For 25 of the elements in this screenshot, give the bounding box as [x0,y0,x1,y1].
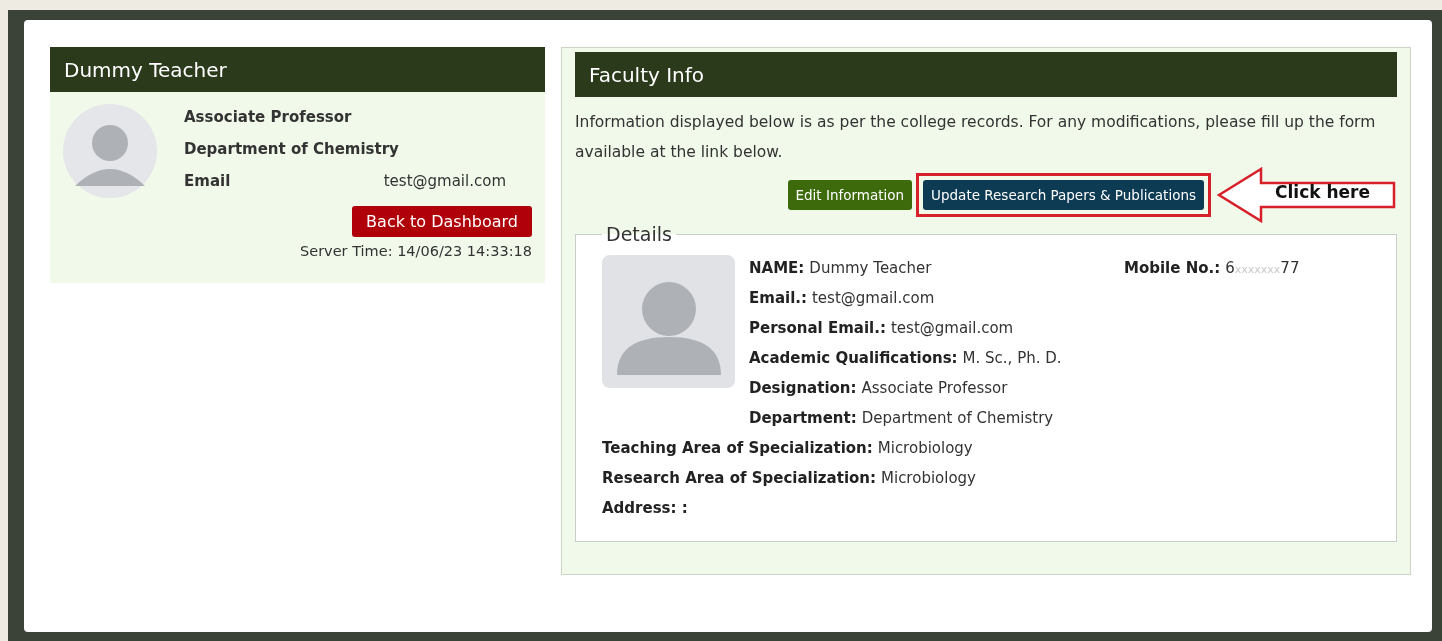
panel-header: Dummy Teacher [50,47,545,92]
detail-field: Address: : [602,493,1370,523]
email-text: test@gmail.com [383,172,506,190]
detail-field: Designation: Associate Professor [749,373,1062,403]
avatar-icon [602,255,735,388]
detail-field: Research Area of Specialization: Microbiology [602,463,1370,493]
email-label: Email [184,172,231,190]
server-time: Server Time: 14/06/23 14:33:18 [300,243,532,259]
details-legend: Details [602,223,676,245]
edit-information-button[interactable]: Edit Information [787,180,913,210]
callout-text: Click here [1275,182,1370,202]
detail-field: Teaching Area of Specialization: Microbiology [602,433,1370,463]
panel-header: Faculty Info [575,52,1397,97]
detail-field: Email.: test@gmail.com [749,283,1062,313]
notice-text: Information displayed below is as per the college records. For any modifications, please fill up the form available at the link below. [575,112,1377,163]
detail-field: Personal Email.: test@gmail.com [749,313,1062,343]
detail-field: Department: Department of Chemistry [749,403,1062,433]
update-publications-button[interactable]: Update Research Papers & Publications [923,180,1204,210]
department-text: Department of Chemistry [184,140,400,158]
avatar-icon [63,104,157,198]
back-to-dashboard-button[interactable]: Back to Dashboard [352,206,532,237]
arrow-icon [1217,167,1397,223]
detail-field: NAME: Dummy Teacher [749,253,1062,283]
designation-text: Associate Professor [184,108,353,126]
detail-field: Academic Qualifications: M. Sc., Ph. D. [749,343,1062,373]
